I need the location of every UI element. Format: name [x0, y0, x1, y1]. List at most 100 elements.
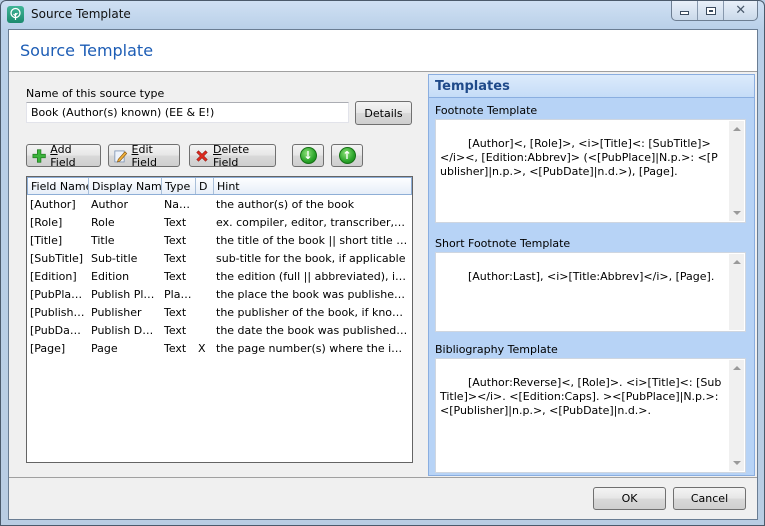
- column-header-display-name[interactable]: Display Name: [89, 178, 162, 194]
- bibliography-template-text: [Author:Reverse]<, [Role]>. <i>[Title]<:…: [440, 376, 722, 417]
- type-cell: Text: [164, 305, 187, 319]
- add-field-button[interactable]: Add Field: [26, 143, 101, 169]
- column-header-type[interactable]: Type: [162, 178, 196, 194]
- move-down-button[interactable]: ↓: [292, 144, 324, 167]
- field-name-cell: [SubTitle]: [30, 251, 84, 265]
- hint-cell: the page number(s) where the inform...: [216, 341, 412, 355]
- footnote-template-textarea[interactable]: [Author]<, [Role]>, <i>[Title]<: [SubTit…: [435, 119, 746, 223]
- scroll-up-icon[interactable]: [733, 127, 741, 131]
- plus-icon: [32, 148, 46, 163]
- field-name-cell: [Page]: [30, 341, 66, 355]
- table-row[interactable]: [Author] Author Name the author(s) of the b…: [27, 195, 412, 213]
- x-icon: [196, 149, 208, 162]
- dialog-window: Source Template ✕ Source Template Name o…: [0, 0, 765, 526]
- field-name-cell: [Edition]: [30, 269, 77, 283]
- dialog-header: Source Template: [9, 30, 757, 72]
- field-name-cell: [Role]: [30, 215, 63, 229]
- table-row[interactable]: [Edition] Edition Text the edition (full ||…: [27, 267, 412, 285]
- footnote-template-label: Footnote Template: [435, 104, 538, 117]
- display-name-cell: Page: [91, 341, 118, 355]
- type-cell: Name: [164, 197, 195, 211]
- scroll-down-icon[interactable]: [733, 461, 741, 465]
- hint-cell: the publisher of the book, if known; n..…: [216, 305, 412, 319]
- display-name-cell: Sub-title: [91, 251, 138, 265]
- display-name-cell: Title: [91, 233, 115, 247]
- source-type-label: Name of this source type: [26, 87, 165, 100]
- hint-cell: the date the book was published, if k...: [216, 323, 412, 337]
- details-button[interactable]: Details: [355, 101, 412, 125]
- footer-divider: [9, 477, 757, 478]
- field-name-cell: [Publisher]: [30, 305, 88, 319]
- field-name-cell: [Title]: [30, 233, 63, 247]
- display-name-cell: Role: [91, 215, 115, 229]
- edit-field-label: Edit Field: [132, 143, 174, 169]
- hint-cell: ex. compiler, editor, transcriber, abst.…: [216, 215, 412, 229]
- type-cell: Place: [164, 287, 194, 301]
- display-name-cell: Author: [91, 197, 129, 211]
- scroll-up-icon[interactable]: [733, 366, 741, 370]
- type-cell: Text: [164, 251, 187, 265]
- display-name-cell: Publish Date: [91, 323, 160, 337]
- app-tree-icon: [7, 6, 24, 23]
- type-cell: Text: [164, 341, 187, 355]
- edit-field-button[interactable]: Edit Field: [108, 143, 180, 169]
- move-up-button[interactable]: ↑: [331, 144, 363, 167]
- title-bar[interactable]: Source Template ✕: [1, 1, 764, 29]
- scroll-down-icon[interactable]: [733, 211, 741, 215]
- table-row[interactable]: [Page] Page Text Xthe page number(s) where …: [27, 339, 412, 357]
- hint-cell: the edition (full || abbreviated), i.e. …: [216, 269, 412, 283]
- type-cell: Text: [164, 269, 187, 283]
- hint-cell: the title of the book || short title (if…: [216, 233, 412, 247]
- d-cell: X: [198, 341, 206, 355]
- ok-button[interactable]: OK: [593, 487, 666, 510]
- bibliography-template-textarea[interactable]: [Author:Reverse]<, [Role]>. <i>[Title]<:…: [435, 358, 746, 473]
- maximize-icon: [705, 6, 716, 15]
- short-footnote-template-textarea[interactable]: [Author:Last], <i>[Title:Abbrev]</i>, [P…: [435, 252, 746, 332]
- table-row[interactable]: [Publisher] Publisher Text the publisher of…: [27, 303, 412, 321]
- table-row[interactable]: [SubTitle] Sub-title Text sub-title for the…: [27, 249, 412, 267]
- add-field-accel: A: [50, 142, 58, 156]
- column-header-hint[interactable]: Hint: [214, 178, 411, 194]
- table-row[interactable]: [Role] Role Text ex. compiler, editor, tran…: [27, 213, 412, 231]
- display-name-cell: Publish Place: [91, 287, 161, 301]
- page-title: Source Template: [20, 41, 154, 60]
- window-title: Source Template: [31, 7, 131, 21]
- caption-buttons: ✕: [671, 1, 758, 21]
- table-row[interactable]: [PubDate] Publish Date Text the date the bo…: [27, 321, 412, 339]
- hint-cell: sub-title for the book, if applicable: [216, 251, 406, 265]
- delete-field-button[interactable]: Delete Field: [189, 143, 276, 169]
- bibliography-scrollbar[interactable]: [729, 360, 744, 471]
- scroll-up-icon[interactable]: [733, 260, 741, 264]
- field-name-cell: [PubDate]: [30, 323, 86, 337]
- hint-cell: the author(s) of the book: [216, 197, 355, 211]
- display-name-cell: Edition: [91, 269, 130, 283]
- column-header-d[interactable]: D: [196, 178, 214, 194]
- column-header-field-name[interactable]: Field Name: [28, 178, 89, 194]
- delete-field-accel: D: [213, 142, 222, 156]
- minimize-button[interactable]: [672, 1, 697, 20]
- minimize-icon: [680, 11, 690, 15]
- fields-table: Field Name Display Name Type D Hint [Aut…: [26, 176, 413, 463]
- close-button[interactable]: ✕: [723, 1, 757, 20]
- templates-heading: Templates: [429, 75, 754, 98]
- hint-cell: the place the book was published, if k..…: [216, 287, 412, 301]
- maximize-button[interactable]: [697, 1, 723, 20]
- close-icon: ✕: [735, 3, 747, 18]
- short-footnote-scrollbar[interactable]: [729, 254, 744, 330]
- short-footnote-template-label: Short Footnote Template: [435, 237, 571, 250]
- source-type-name-input[interactable]: [26, 102, 349, 123]
- delete-field-label: Delete Field: [213, 143, 270, 169]
- cancel-button[interactable]: Cancel: [673, 487, 746, 510]
- display-name-cell: Publisher: [91, 305, 142, 319]
- table-body: [Author] Author Name the author(s) of the b…: [27, 195, 412, 357]
- table-row[interactable]: [Title] Title Text the title of the book ||…: [27, 231, 412, 249]
- arrow-down-icon: ↓: [299, 147, 317, 164]
- footnote-scrollbar[interactable]: [729, 121, 744, 221]
- field-name-cell: [Author]: [30, 197, 76, 211]
- table-row[interactable]: [PubPlace] Publish Place Place the place th…: [27, 285, 412, 303]
- bibliography-template-label: Bibliography Template: [435, 343, 558, 356]
- type-cell: Text: [164, 323, 187, 337]
- arrow-up-icon: ↑: [338, 147, 356, 164]
- add-field-label: Add Field: [50, 143, 95, 169]
- templates-panel: Templates Footnote Template [Author]<, […: [428, 74, 755, 476]
